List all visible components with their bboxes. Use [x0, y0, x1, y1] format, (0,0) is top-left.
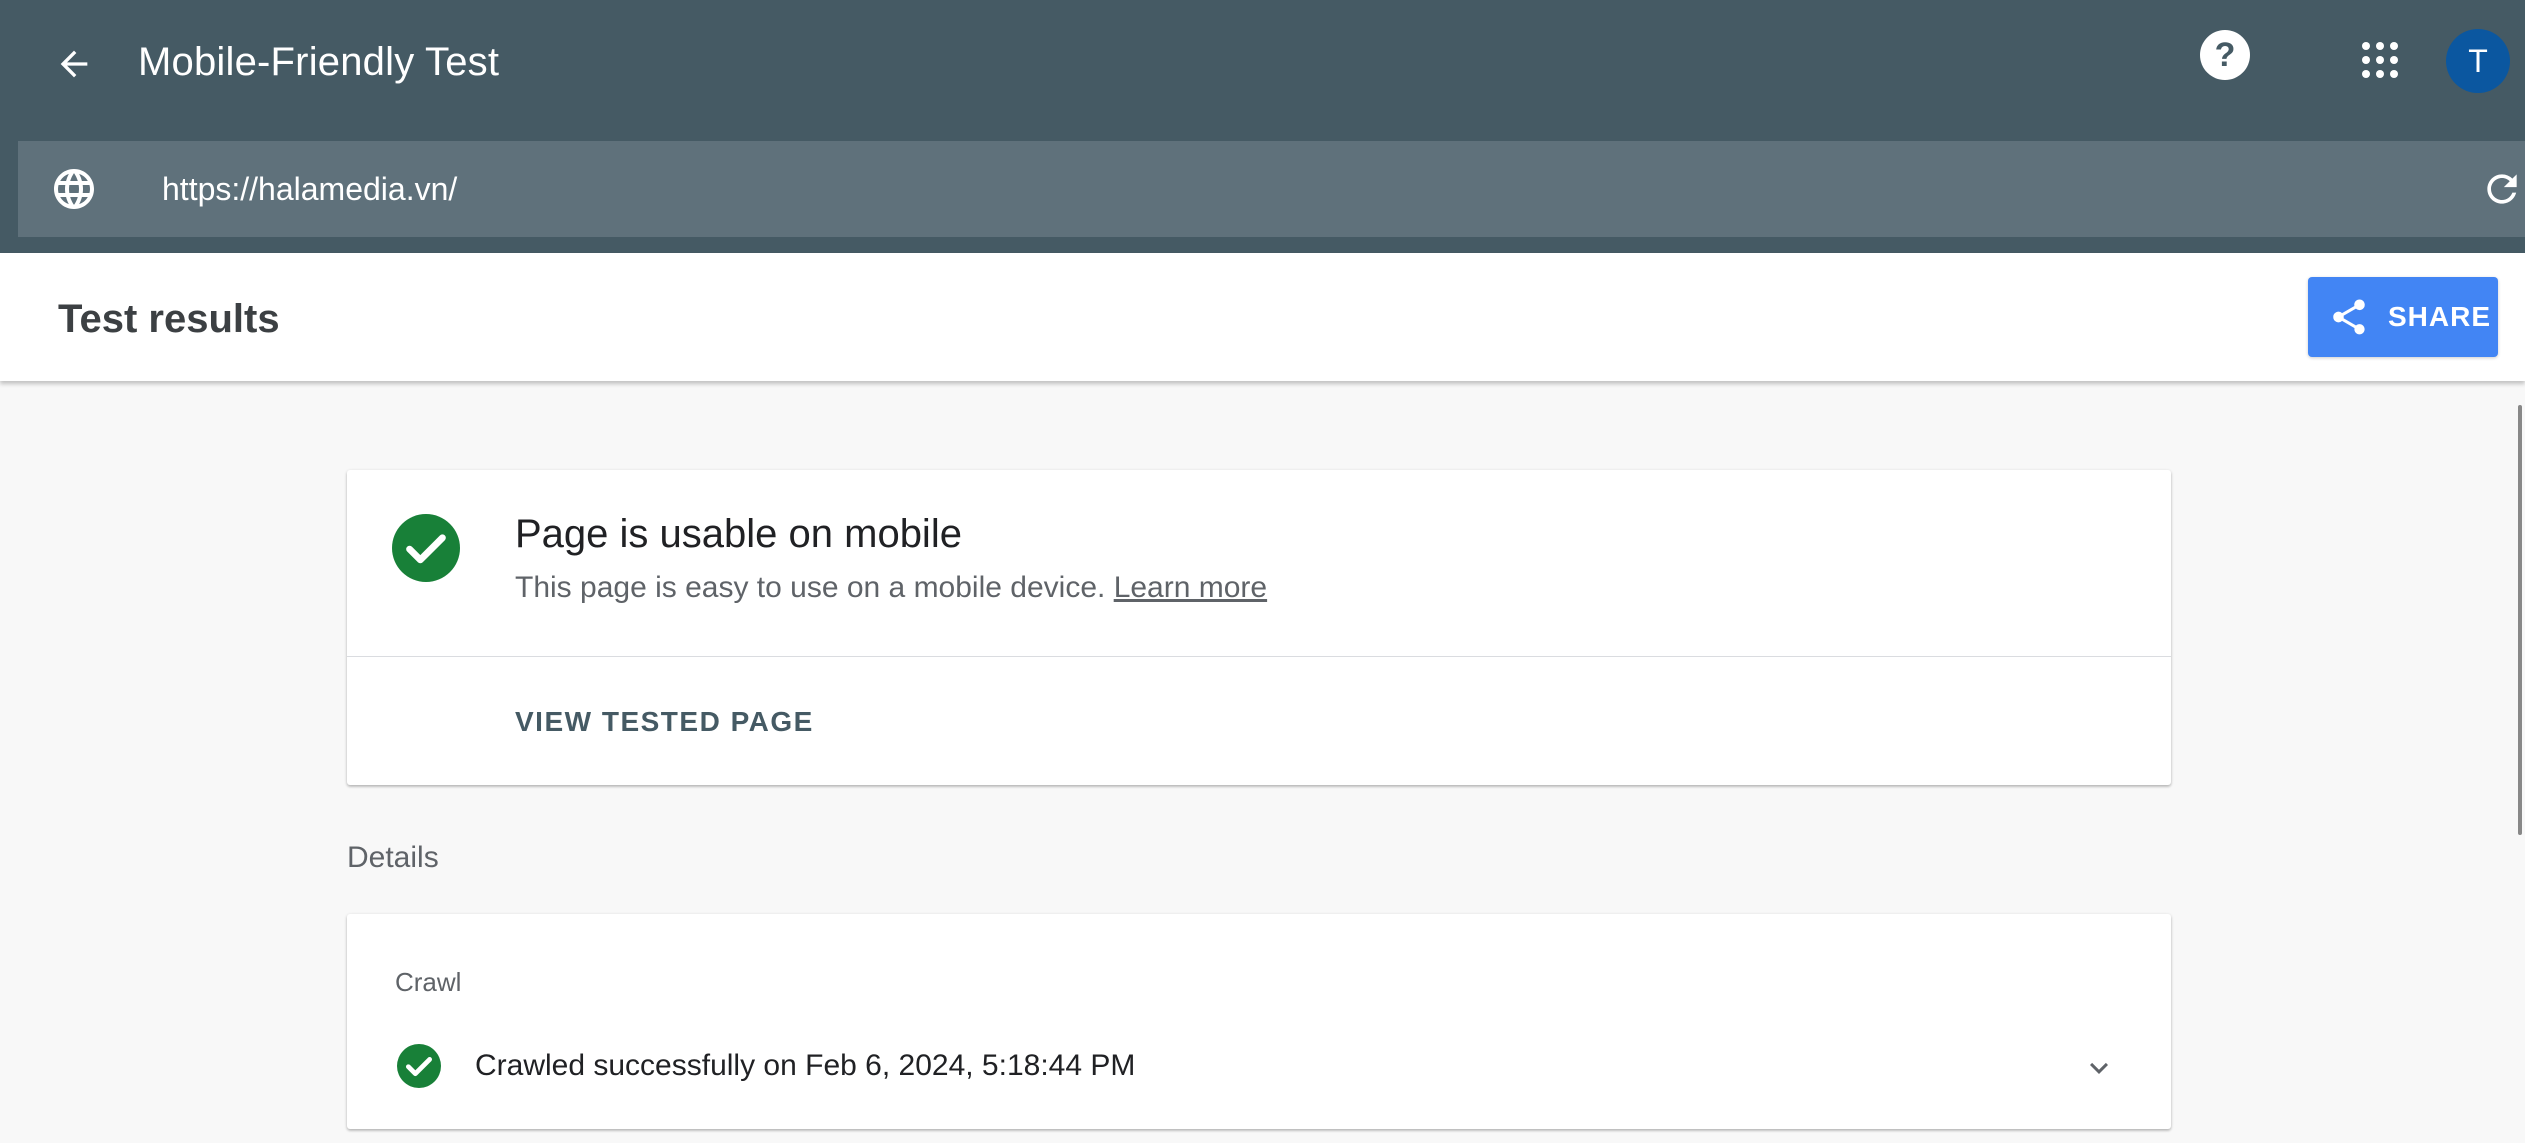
arrow-back-icon [60, 50, 88, 78]
crawl-card[interactable]: Crawl Crawled successfully on Feb 6, 202… [347, 914, 2171, 1129]
reload-icon[interactable] [2480, 167, 2524, 211]
view-tested-page-button[interactable]: VIEW TESTED PAGE [515, 702, 814, 742]
card-divider [347, 656, 2171, 657]
verdict-card: Page is usable on mobile This page is ea… [347, 470, 2171, 785]
details-heading: Details [347, 841, 439, 874]
chevron-down-icon[interactable] [2081, 1050, 2117, 1086]
url-bar: https://halamedia.vn/ [18, 141, 2525, 237]
results-header: Test results SHARE [0, 253, 2525, 381]
verdict-subtitle: This page is easy to use on a mobile dev… [515, 566, 1267, 610]
avatar-initial: T [2468, 42, 2488, 79]
app-bar: Mobile-Friendly Test ? T https://halamed… [0, 0, 2525, 253]
crawl-label: Crawl [395, 967, 462, 997]
share-icon [2333, 299, 2365, 335]
apps-grid-icon[interactable] [2362, 42, 2398, 78]
back-button[interactable] [40, 30, 108, 98]
share-button[interactable]: SHARE [2308, 277, 2498, 357]
share-label: SHARE [2388, 301, 2492, 332]
check-circle-icon [397, 1044, 441, 1088]
results-title: Test results [58, 297, 280, 341]
globe-icon [54, 169, 94, 209]
crawl-status: Crawled successfully on Feb 6, 2024, 5:1… [475, 1049, 1136, 1082]
help-button[interactable]: ? [2200, 30, 2250, 80]
verdict-title: Page is usable on mobile [515, 512, 962, 556]
account-avatar[interactable]: T [2446, 29, 2510, 93]
url-input[interactable]: https://halamedia.vn/ [162, 167, 457, 211]
check-circle-icon [392, 514, 460, 582]
help-icon: ? [2214, 36, 2236, 74]
app-title: Mobile-Friendly Test [138, 40, 500, 84]
learn-more-link[interactable]: Learn more [1114, 571, 1267, 604]
scrollbar[interactable] [2518, 405, 2522, 835]
verdict-description: This page is easy to use on a mobile dev… [515, 571, 1106, 604]
